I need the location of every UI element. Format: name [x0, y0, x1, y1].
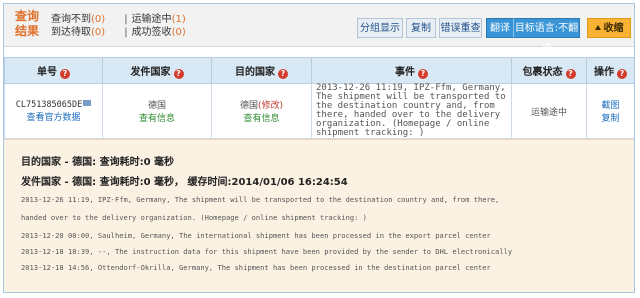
collapse-caret-icon [594, 25, 601, 30]
table-row: CL751385065DE 查看官方数据 德国 查有信息 德国(修改) 查有信息… [4, 83, 634, 139]
official-data-link[interactable]: 查看官方数据 [5, 110, 102, 123]
error-recheck-button[interactable]: 错误重查 [439, 18, 482, 38]
stat-in-transit[interactable]: 运输途中(1) [132, 13, 186, 26]
stat-not-found-count: (0) [91, 14, 106, 25]
col-tracking-number: 单号? [4, 57, 103, 84]
dest-info-link[interactable]: 查有信息 [212, 111, 311, 124]
copy-link[interactable]: 复制 [587, 111, 634, 124]
stat-awaiting-pickup-count: (0) [91, 27, 106, 38]
stat-not-found-label: 查询不到 [51, 14, 91, 25]
stat-not-found[interactable]: 查询不到(0) [51, 13, 121, 26]
copy-button[interactable]: 复制 [406, 18, 436, 38]
col-dest-country: 目的国家? [211, 57, 312, 84]
table-header-row: 单号? 发件国家? 目的国家? 事件? 包裹状态? 操作? [4, 57, 634, 84]
origin-country: 德国 [147, 101, 166, 111]
package-status: 运输途中 [511, 83, 587, 139]
log-line: 2013-12-20 00:00, Saulheim, Germany, The… [21, 231, 491, 240]
col-status-label: 包裹状态 [522, 66, 563, 78]
question-icon[interactable]: ? [418, 68, 428, 79]
cell-tracking-number: CL751385065DE 查看官方数据 [4, 83, 103, 139]
col-origin-country-label: 发件国家 [130, 66, 171, 78]
col-tracking-number-label: 单号 [37, 66, 57, 78]
stat-in-transit-count: (1) [171, 14, 186, 25]
dest-country: 德国 [239, 101, 258, 111]
origin-info-link[interactable]: 查有信息 [103, 111, 211, 124]
col-actions-label: 操作 [594, 66, 614, 78]
collapse-button[interactable]: 收缩 [587, 18, 631, 38]
results-title: 查询结果 [15, 9, 40, 38]
details-panel: 目的国家 - 德国: 查询耗时:0 毫秒 发件国家 - 德国: 查询耗时:0 毫… [4, 139, 634, 292]
stat-separator: | [124, 27, 128, 38]
stat-delivered-label: 成功签收 [131, 27, 172, 38]
status-counters: 查询不到(0) | 运输途中(1) 到达待取(0) | 成功签收(0) [51, 13, 186, 39]
tracking-results-panel: 查询结果 查询不到(0) | 运输途中(1) 到达待取(0) | 成功签收(0) 分… [3, 3, 635, 293]
tracking-number: CL751385065DE [5, 99, 102, 110]
log-line: 2013-12-26 11:19, IPZ-Ffm, Germany, The … [21, 195, 500, 204]
col-dest-country-label: 目的国家 [235, 66, 275, 78]
log-line: 2013-12-18 14:56, Ottendorf-Okrilla, Ger… [21, 263, 491, 272]
question-icon[interactable]: ? [278, 68, 288, 79]
stat-awaiting-pickup-label: 到达待取 [51, 27, 91, 38]
cell-dest-country: 德国(修改) 查有信息 [211, 83, 312, 139]
cell-actions: 截图 复制 [586, 83, 634, 139]
log-line: 2013-12-18 18:39, --, The instruction da… [21, 247, 513, 256]
question-icon[interactable]: ? [565, 68, 576, 79]
screenshot-link[interactable]: 截图 [587, 98, 634, 111]
dest-query-line: 目的国家 - 德国: 查询耗时:0 毫秒 [21, 157, 175, 168]
results-summary-bar: 查询结果 查询不到(0) | 运输途中(1) 到达待取(0) | 成功签收(0) 分… [4, 4, 634, 54]
col-actions: 操作? [586, 57, 634, 84]
modify-dest-link[interactable]: (修改) [258, 101, 283, 111]
col-event-label: 事件 [395, 66, 415, 78]
col-event: 事件? [311, 57, 512, 84]
translate-button[interactable]: 翻译 [486, 18, 513, 38]
tracking-table: 单号? 发件国家? 目的国家? 事件? 包裹状态? 操作? CL75138506… [4, 57, 634, 139]
tracking-number-text: CL751385065DE [15, 99, 83, 110]
stat-separator: | [124, 14, 128, 25]
chart-icon[interactable] [83, 99, 92, 106]
origin-query-line: 发件国家 - 德国: 查询耗时:0 毫秒， 缓存时间:2014/01/06 16… [21, 177, 348, 188]
col-origin-country: 发件国家? [102, 57, 212, 84]
question-icon[interactable]: ? [617, 68, 627, 79]
stat-in-transit-label: 运输途中 [131, 14, 172, 25]
log-line: handed over to the delivery organization… [21, 213, 367, 222]
stat-delivered-count: (0) [171, 27, 186, 38]
stat-awaiting-pickup[interactable]: 到达待取(0) [51, 26, 121, 39]
question-icon[interactable]: ? [60, 68, 70, 79]
cell-origin-country: 德国 查有信息 [102, 83, 212, 139]
collapse-label: 收缩 [603, 23, 624, 34]
col-status: 包裹状态? [511, 57, 587, 84]
question-icon[interactable]: ? [173, 68, 184, 79]
dest-country-line: 德国(修改) [212, 98, 311, 111]
event-cell: 2013-12-26 11:19, IPZ-Ffm, Germany, The … [311, 83, 512, 139]
group-display-button[interactable]: 分组显示 [357, 18, 403, 38]
target-language-select[interactable]: 目标语言:不翻译 [513, 18, 580, 54]
stat-delivered[interactable]: 成功签收(0) [132, 26, 186, 39]
